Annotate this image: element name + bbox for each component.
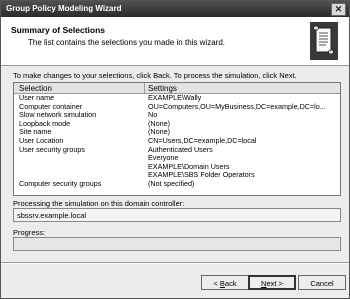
list-item[interactable]: User security groups Authenticated Users: [14, 144, 340, 155]
list-item[interactable]: Everyone: [14, 154, 340, 163]
setting-cell: Everyone: [148, 154, 179, 163]
progress-label: Progress:: [13, 228, 46, 237]
page-title: Summary of Selections: [11, 25, 106, 35]
selections-list[interactable]: Selection Settings User name EXAMPLE\Wall…: [13, 82, 341, 196]
instruction-text: To make changes to your selections, clic…: [13, 71, 297, 80]
domain-controller-label: Processing the simulation on this domain…: [13, 199, 185, 208]
list-item[interactable]: EXAMPLE\Domain Users: [14, 163, 340, 172]
setting-cell: (None): [148, 128, 170, 137]
setting-cell: (None): [148, 119, 170, 128]
back-button[interactable]: < Back: [201, 275, 249, 290]
list-header: Selection Settings: [14, 83, 340, 94]
setting-cell: EXAMPLE\Wally: [148, 94, 202, 102]
setting-cell: EXAMPLE\Domain Users: [148, 162, 230, 171]
next-button[interactable]: Next >: [248, 275, 296, 290]
domain-controller-field: sbssrv.example.local: [13, 208, 341, 222]
setting-cell: (Not specified): [148, 179, 195, 188]
next-label-rest: ext >: [266, 279, 283, 288]
close-button[interactable]: ✕: [331, 3, 346, 16]
setting-cell: CN=Users,DC=example,DC=local: [148, 136, 257, 145]
setting-cell: No: [148, 111, 158, 120]
wizard-header: Summary of Selections The list contains …: [1, 17, 349, 66]
domain-controller-value: sbssrv.example.local: [17, 210, 87, 220]
wizard-window: Group Policy Modeling Wizard ✕ Summary o…: [0, 0, 350, 299]
column-header-selection[interactable]: Selection: [19, 84, 52, 93]
selection-cell: User security groups: [19, 144, 85, 154]
back-label-rest: ack: [224, 279, 237, 288]
setting-cell: OU=Computers,OU=MyBusiness,DC=example,DC…: [148, 102, 326, 111]
column-header-settings[interactable]: Settings: [148, 84, 177, 93]
selection-cell: Computer security groups: [19, 178, 102, 188]
title-bar: Group Policy Modeling Wizard ✕: [1, 1, 349, 17]
list-item[interactable]: Loopback mode (None): [14, 119, 340, 129]
footer-divider: [1, 262, 349, 263]
scroll-icon: [310, 22, 338, 60]
window-title: Group Policy Modeling Wizard: [6, 4, 122, 13]
cancel-button[interactable]: Cancel: [298, 275, 346, 290]
column-divider[interactable]: [144, 83, 145, 93]
page-subtitle: The list contains the selections you mad…: [28, 38, 225, 47]
setting-cell: Authenticated Users: [148, 145, 213, 154]
list-rows: User name EXAMPLE\Wally Computer containe…: [14, 93, 340, 189]
list-item[interactable]: Computer security groups (Not specified): [14, 178, 340, 189]
progress-bar: [13, 237, 341, 251]
setting-cell: EXAMPLE\SBS Folder Operators: [148, 171, 255, 180]
